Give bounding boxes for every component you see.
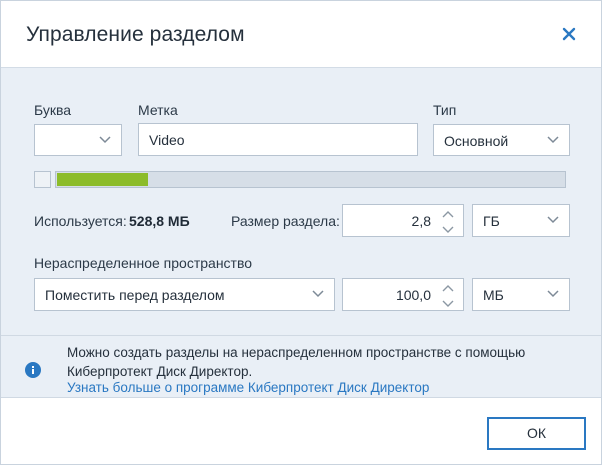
partition-size-stepper[interactable]: 2,8 <box>342 204 464 237</box>
letter-label: Буква <box>34 102 72 118</box>
type-value: Основной <box>444 133 509 149</box>
label-label: Метка <box>138 102 178 118</box>
placement-dropdown[interactable]: Поместить перед разделом <box>34 278 335 311</box>
placement-value: Поместить перед разделом <box>45 287 225 303</box>
increment-icon[interactable] <box>439 283 457 295</box>
size-spin <box>439 209 457 235</box>
used-value: 528,8 МБ <box>129 213 190 229</box>
learn-more-link[interactable]: Узнать больше о программе Киберпротект Д… <box>67 380 429 395</box>
partition-size-bar[interactable] <box>55 171 566 188</box>
increment-icon[interactable] <box>439 209 457 221</box>
label-input[interactable]: Video <box>138 123 418 156</box>
dialog-title: Управление разделом <box>26 23 245 46</box>
title-bar: Управление разделом <box>1 1 601 68</box>
type-label: Тип <box>433 102 457 118</box>
close-button[interactable] <box>559 24 579 44</box>
ok-button[interactable]: ОК <box>487 417 586 450</box>
chevron-down-icon <box>99 136 111 144</box>
chevron-down-icon <box>312 290 324 298</box>
unallocated-unit-dropdown[interactable]: МБ <box>472 278 570 311</box>
chevron-down-icon <box>547 216 559 224</box>
size-unit-value: ГБ <box>483 213 500 229</box>
type-dropdown[interactable]: Основной <box>433 124 570 156</box>
unallocated-size-value: 100,0 <box>395 287 431 303</box>
chevron-down-icon <box>547 136 559 144</box>
unallocated-label: Нераспределенное пространство <box>34 255 253 271</box>
size-unit-dropdown[interactable]: ГБ <box>472 204 570 237</box>
info-panel: Можно создать разделы на нераспределенно… <box>1 335 601 398</box>
letter-dropdown[interactable] <box>34 124 122 156</box>
close-icon <box>562 27 576 41</box>
partition-size-label: Размер раздела: <box>231 213 340 229</box>
dialog-footer: ОК <box>1 399 601 464</box>
dialog-body: Буква Метка Тип Video Основной Используе… <box>1 68 601 335</box>
chevron-down-icon <box>547 290 559 298</box>
decrement-icon[interactable] <box>439 297 457 309</box>
info-icon <box>25 362 41 378</box>
used-space-fill <box>57 173 148 186</box>
unallocated-space-handle[interactable] <box>34 171 51 188</box>
unallocated-size-stepper[interactable]: 100,0 <box>342 278 464 311</box>
unallocated-unit-value: МБ <box>483 287 504 303</box>
used-label: Используется: <box>34 213 127 229</box>
unallocated-spin <box>439 283 457 309</box>
label-value: Video <box>149 132 185 148</box>
info-text: Можно создать разделы на нераспределенно… <box>67 345 526 379</box>
decrement-icon[interactable] <box>439 223 457 235</box>
partition-size-value: 2,8 <box>411 213 431 229</box>
partition-dialog: Управление разделом Буква Метка Тип Vide… <box>0 0 602 465</box>
